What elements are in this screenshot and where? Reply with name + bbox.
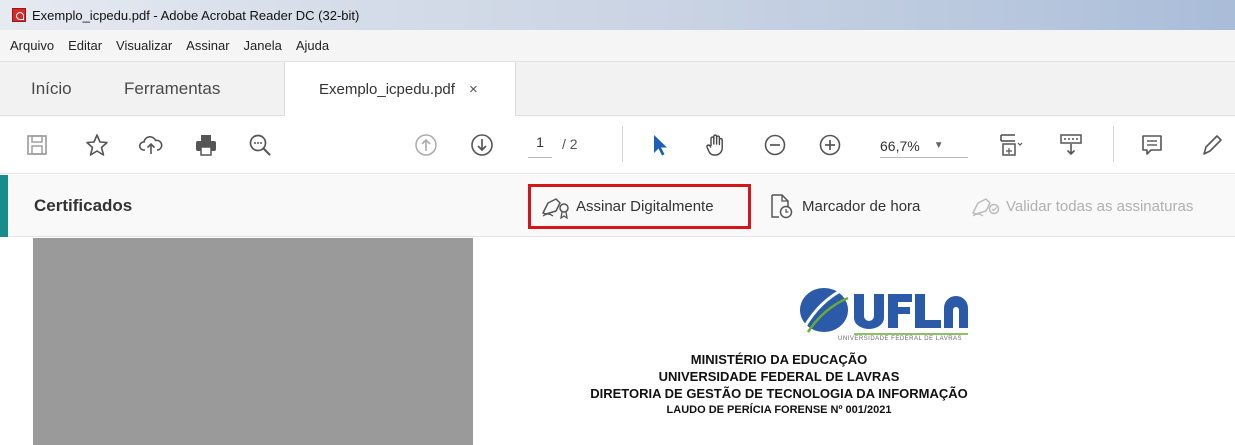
menu-assinar[interactable]: Assinar [182, 30, 233, 53]
previous-page-icon[interactable] [411, 130, 441, 160]
zoom-level-value: 66,7% [880, 137, 920, 154]
star-icon[interactable] [82, 130, 112, 160]
doc-line-report: LAUDO DE PERÍCIA FORENSE Nº 001/2021 [666, 404, 892, 416]
content-area: UNIVERSIDADE FEDERAL DE LAVRAS MINISTÉRI… [0, 238, 1235, 445]
next-page-icon[interactable] [467, 130, 497, 160]
print-icon[interactable] [191, 130, 221, 160]
window-title: Exemplo_icpedu.pdf - Adobe Acrobat Reade… [32, 7, 360, 23]
select-arrow-icon[interactable] [645, 130, 675, 160]
tab-document[interactable]: Exemplo_icpedu.pdf × [284, 62, 516, 116]
timestamp-label: Marcador de hora [802, 197, 921, 215]
thumbnail-panel[interactable] [33, 238, 473, 445]
zoom-level-dropdown[interactable]: 66,7% ▼ [880, 134, 968, 158]
page-number-input[interactable]: 1 [528, 134, 552, 158]
tab-tools[interactable]: Ferramentas [124, 62, 220, 116]
pen-icon[interactable] [1196, 130, 1226, 160]
keyboard-tool-icon[interactable] [1056, 130, 1086, 160]
document-header: MINISTÉRIO DA EDUCAÇÃO UNIVERSIDADE FEDE… [473, 351, 1085, 419]
tab-document-label: Exemplo_icpedu.pdf [319, 80, 455, 98]
title-bar: Exemplo_icpedu.pdf - Adobe Acrobat Reade… [0, 0, 1235, 30]
validate-signature-icon [972, 198, 1000, 217]
validate-all-button[interactable]: Validar todas as assinaturas [970, 175, 1193, 237]
cloud-upload-icon[interactable] [136, 130, 166, 160]
menu-editar[interactable]: Editar [64, 30, 106, 53]
menu-visualizar[interactable]: Visualizar [112, 30, 176, 53]
menu-ajuda[interactable]: Ajuda [292, 30, 333, 53]
save-icon[interactable] [22, 130, 52, 160]
certificates-title: Certificados [34, 196, 133, 215]
sign-digitally-highlight [528, 184, 751, 229]
validate-all-label: Validar todas as assinaturas [1006, 197, 1194, 215]
menu-janela[interactable]: Janela [240, 30, 286, 53]
menu-bar: Arquivo Editar Visualizar Assinar Janela… [0, 30, 1235, 62]
certificates-bar: Certificados Assinar Digitalmente Marcad… [0, 175, 1235, 237]
zoom-out-icon[interactable] [760, 130, 790, 160]
certificates-accent [0, 175, 8, 237]
zoom-in-icon[interactable] [815, 130, 845, 160]
menu-arquivo[interactable]: Arquivo [6, 30, 58, 53]
comment-icon[interactable] [1137, 130, 1167, 160]
timestamp-button[interactable]: Marcador de hora [766, 175, 920, 237]
document-page[interactable]: UNIVERSIDADE FEDERAL DE LAVRAS MINISTÉRI… [473, 238, 1235, 445]
chevron-down-icon: ▼ [933, 140, 944, 151]
page-total: / 2 [562, 136, 578, 152]
tabs-bar: Início Ferramentas Exemplo_icpedu.pdf × [0, 62, 1235, 116]
doc-line-ministry: MINISTÉRIO DA EDUCAÇÃO [690, 352, 868, 367]
toolbar: 1 / 2 66,7% ▼ [0, 116, 1235, 174]
tab-home[interactable]: Início [31, 62, 72, 116]
toolbar-divider [1113, 126, 1114, 162]
doc-line-university: UNIVERSIDADE FEDERAL DE LAVRAS [658, 369, 900, 384]
hand-tool-icon[interactable] [701, 130, 731, 160]
zoom-search-icon[interactable] [245, 130, 275, 160]
tab-close-icon[interactable]: × [469, 81, 478, 98]
acrobat-icon [12, 8, 26, 22]
doc-line-directorate: DIRETORIA DE GESTÃO DE TECNOLOGIA DA INF… [590, 386, 968, 401]
timestamp-icon [771, 194, 793, 219]
toolbar-divider [622, 126, 623, 162]
fit-page-icon[interactable] [995, 130, 1025, 160]
logo-caption: UNIVERSIDADE FEDERAL DE LAVRAS [838, 336, 963, 342]
